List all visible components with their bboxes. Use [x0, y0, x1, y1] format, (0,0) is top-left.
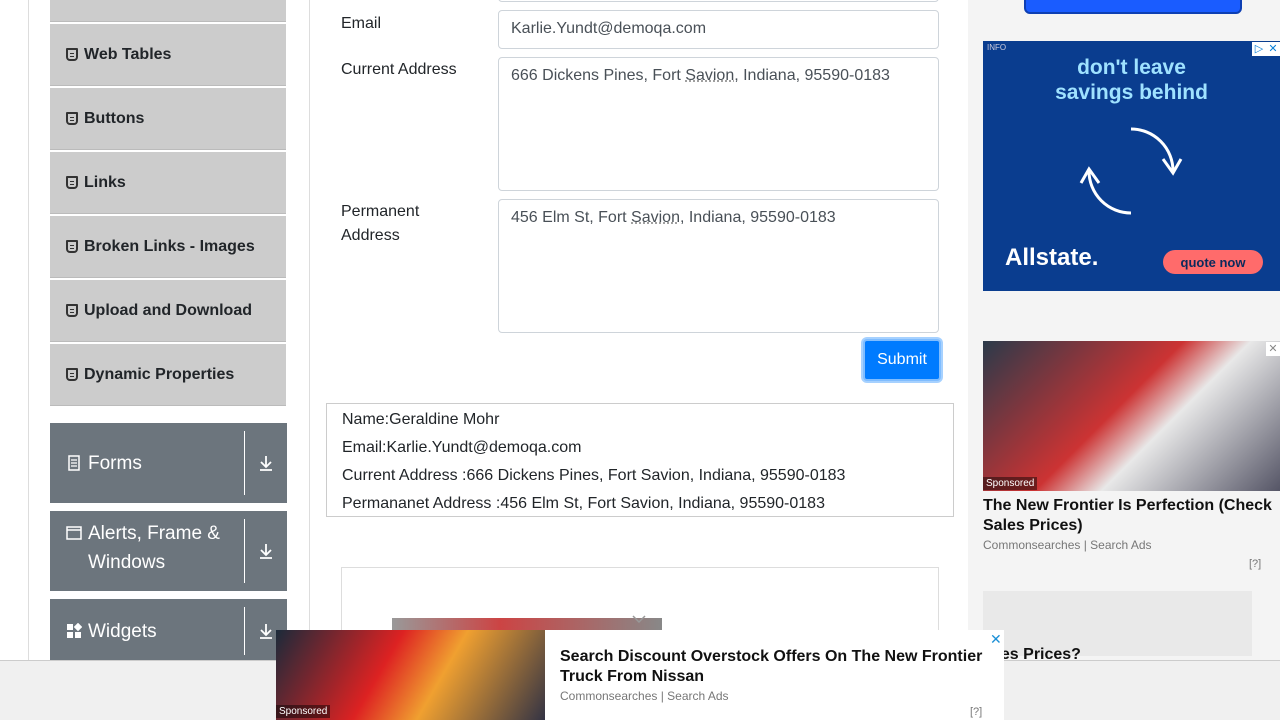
sidebar-item-label: Dynamic Properties [84, 365, 235, 383]
html5-icon [66, 176, 78, 189]
output-name: Name:Geraldine Mohr [342, 411, 500, 428]
ad-info-label: INFO [987, 43, 1007, 52]
sponsored-label: Sponsored [983, 477, 1038, 490]
download-icon [245, 454, 287, 472]
close-icon[interactable]: ✕ [1266, 342, 1280, 356]
allstate-ad[interactable]: INFO don't leave savings behind Allstate… [983, 41, 1280, 291]
html5-icon [66, 368, 78, 381]
current-address-label: Current Address [341, 61, 457, 78]
sidebar-item-buttons[interactable]: Buttons [50, 88, 286, 150]
sidebar-item-label: Broken Links - Images [84, 237, 255, 255]
chevron-down-icon[interactable] [632, 614, 646, 624]
html5-icon [66, 304, 78, 317]
sidebar-group-label: Forms [88, 452, 142, 474]
output-email: Email:Karlie.Yundt@demoqa.com [342, 439, 582, 456]
ad-top-button[interactable] [1024, 0, 1242, 14]
current-address-field[interactable]: 666 Dickens Pines, Fort Savion, Indiana,… [498, 57, 939, 191]
sidebar-group-forms[interactable]: Forms [50, 423, 287, 503]
ad-title[interactable]: The New Frontier Is Perfection (Check Sa… [983, 496, 1280, 536]
nissan-ad-image[interactable] [983, 341, 1280, 491]
ad-message: don't leave savings behind [1055, 56, 1208, 104]
sidebar-item-label: Links [84, 173, 126, 191]
permanent-address-label: Permanent Address [341, 203, 420, 244]
sidebar-item-broken-links[interactable]: Broken Links - Images [50, 216, 286, 278]
sidebar-group-alerts[interactable]: Alerts, Frame & Windows [50, 511, 287, 591]
html5-icon [66, 112, 78, 125]
bottom-ad-source: Commonsearches | Search Ads [560, 689, 729, 703]
refresh-icon [1079, 127, 1183, 215]
download-icon [245, 542, 287, 560]
html5-icon [66, 240, 78, 253]
sidebar-group-label: Alerts, Frame & Windows [88, 523, 220, 573]
allstate-logo: Allstate. [1005, 244, 1099, 271]
sidebar-item-links[interactable]: Links [50, 152, 286, 214]
sidebar-item-label: Web Tables [84, 45, 172, 63]
output-panel: Name:Geraldine Mohr Email:Karlie.Yundt@d… [326, 403, 954, 517]
close-icon[interactable]: ✕ [1266, 42, 1280, 56]
ad-source: Commonsearches | Search Ads [983, 538, 1152, 552]
email-field[interactable]: Karlie.Yundt@demoqa.com [498, 10, 939, 49]
widgets-icon [67, 623, 82, 638]
bottom-ad-title[interactable]: Search Discount Overstock Offers On The … [560, 647, 990, 687]
bottom-ad[interactable]: Sponsored Search Discount Overstock Offe… [276, 630, 1004, 720]
sidebar-item-upload-download[interactable]: Upload and Download [50, 280, 286, 342]
html5-icon [66, 48, 78, 61]
quote-now-button[interactable]: quote now [1163, 250, 1263, 274]
sidebar-group-label: Widgets [88, 620, 157, 642]
adchoices-icon[interactable]: ▷ [1252, 42, 1266, 56]
sidebar-item-web-tables[interactable]: Web Tables [50, 24, 286, 86]
ad-help-link[interactable]: [?] [1249, 558, 1261, 570]
sponsored-label: Sponsored [276, 705, 331, 718]
output-permanent-address: Permananet Address :456 Elm St, Fort Sav… [342, 495, 825, 512]
document-icon [68, 455, 80, 471]
close-icon[interactable]: ✕ [990, 631, 1002, 648]
sidebar-item-dynamic-properties[interactable]: Dynamic Properties [50, 344, 286, 406]
window-icon [66, 526, 82, 540]
name-field[interactable] [498, 0, 939, 2]
ad-help-link[interactable]: [?] [970, 706, 982, 718]
submit-button[interactable]: Submit [863, 339, 941, 381]
email-label: Email [341, 15, 382, 32]
sidebar-item-label: Upload and Download [84, 301, 252, 319]
output-current-address: Current Address :666 Dickens Pines, Fort… [342, 467, 846, 484]
permanent-address-field[interactable]: 456 Elm St, Fort Savion, Indiana, 95590-… [498, 199, 939, 333]
sidebar-item-previous[interactable] [50, 0, 286, 22]
sidebar-item-label: Buttons [84, 109, 145, 127]
